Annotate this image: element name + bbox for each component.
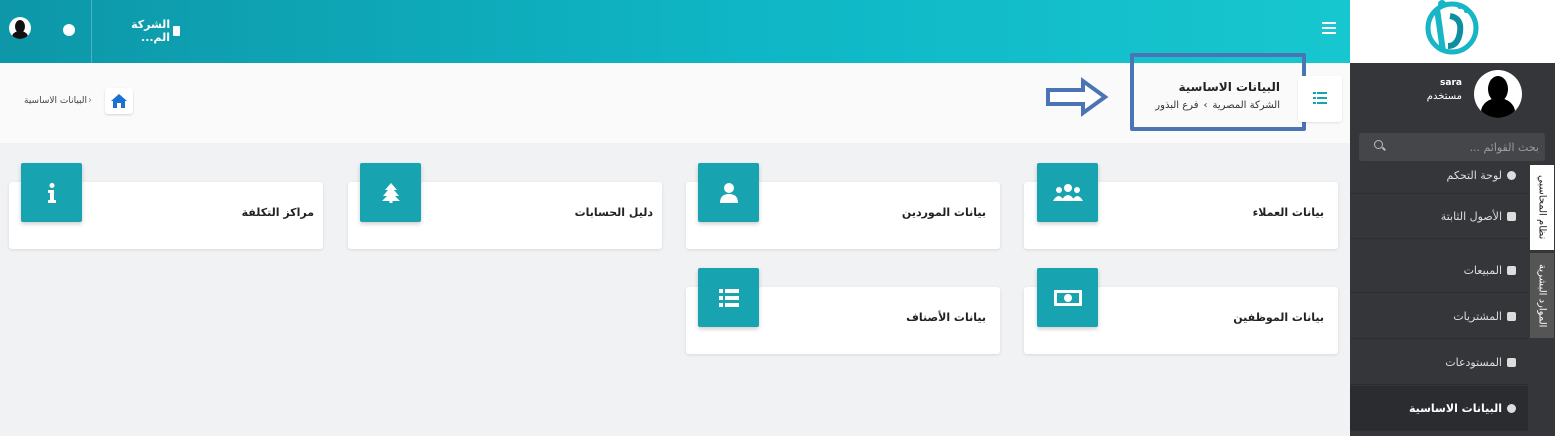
company-name: الشركة الم... [131,18,171,44]
money-icon [1507,311,1516,321]
branch-crumb[interactable]: فرع البذور [1155,100,1198,111]
chevron-right-icon: › [88,95,92,106]
sidebar-item-dashboard[interactable]: لوحة التحكم [1350,158,1528,194]
file-icon [1507,211,1516,221]
menu-search [1359,133,1545,161]
building-icon [173,26,180,36]
list-view-button[interactable] [1298,76,1342,122]
users-icon[interactable] [1037,163,1098,222]
archive-icon [1507,357,1516,367]
dashboard-icon [1507,171,1516,180]
search-icon[interactable] [1374,140,1383,149]
sidebar-item-label: المشتريات [1453,309,1502,323]
truck-icon [1507,265,1516,275]
user-icon[interactable] [698,163,759,222]
sidebar-item-sales[interactable]: المبيعات [1350,248,1528,293]
user-name: sara [1440,78,1462,88]
logo-mark-icon [1425,0,1479,55]
hamburger-menu-icon[interactable] [1322,22,1336,34]
divider [91,0,92,63]
breadcrumb-current: البيانات الاساسية [24,96,87,106]
company-crumb[interactable]: الشركة المصرية [1212,100,1280,111]
sidebar-item-label: الأصول الثابتة [1440,209,1502,223]
globe-icon[interactable] [63,24,75,36]
page-title: البيانات الاساسية [1178,80,1280,94]
money-bill-icon[interactable] [1037,268,1098,327]
annotation-arrow-icon [1046,77,1109,117]
tree-icon[interactable] [360,163,421,222]
user-avatar-icon[interactable] [9,17,31,39]
page-breadcrumb: الشركة المصرية › فرع البذور [1140,100,1280,111]
tab-human-resources[interactable]: الموارد البشرية [1530,253,1554,338]
sidebar: sara مستخدم لوحة التحكم الأصول الثابتة ا… [1350,63,1555,436]
logo[interactable] [1350,0,1555,63]
home-button[interactable] [105,88,133,114]
user-avatar[interactable] [1474,70,1522,118]
app-window: الشركة الم... sara مستخدم لوحة التحكم ال… [0,0,1555,436]
sidebar-item-fixed-assets[interactable]: الأصول الثابتة [1350,194,1528,239]
list-icon [1313,92,1327,104]
user-role: مستخدم [1426,91,1462,102]
sidebar-item-warehouses[interactable]: المستودعات [1350,340,1528,385]
menu-search-input[interactable] [1389,137,1539,157]
chevron-left-icon: › [1203,100,1208,111]
sidebar-item-label: المستودعات [1445,355,1502,369]
sidebar-item-label: لوحة التحكم [1446,169,1502,182]
info-icon [1507,403,1516,413]
list-icon[interactable] [698,268,759,327]
home-icon [111,94,127,108]
sidebar-item-purchases[interactable]: المشتريات [1350,294,1528,339]
sidebar-item-label: البيانات الاساسية [1408,401,1502,415]
tab-label: نظام المحاسبي [1536,175,1548,240]
sidebar-item-basic-data[interactable]: البيانات الاساسية [1350,386,1528,431]
company-selector[interactable]: الشركة الم... [108,18,180,44]
tab-label: الموارد البشرية [1536,263,1548,328]
tab-accounting-system[interactable]: نظام المحاسبي [1530,165,1554,250]
sidebar-item-label: المبيعات [1463,263,1502,277]
info-icon[interactable] [21,163,82,222]
